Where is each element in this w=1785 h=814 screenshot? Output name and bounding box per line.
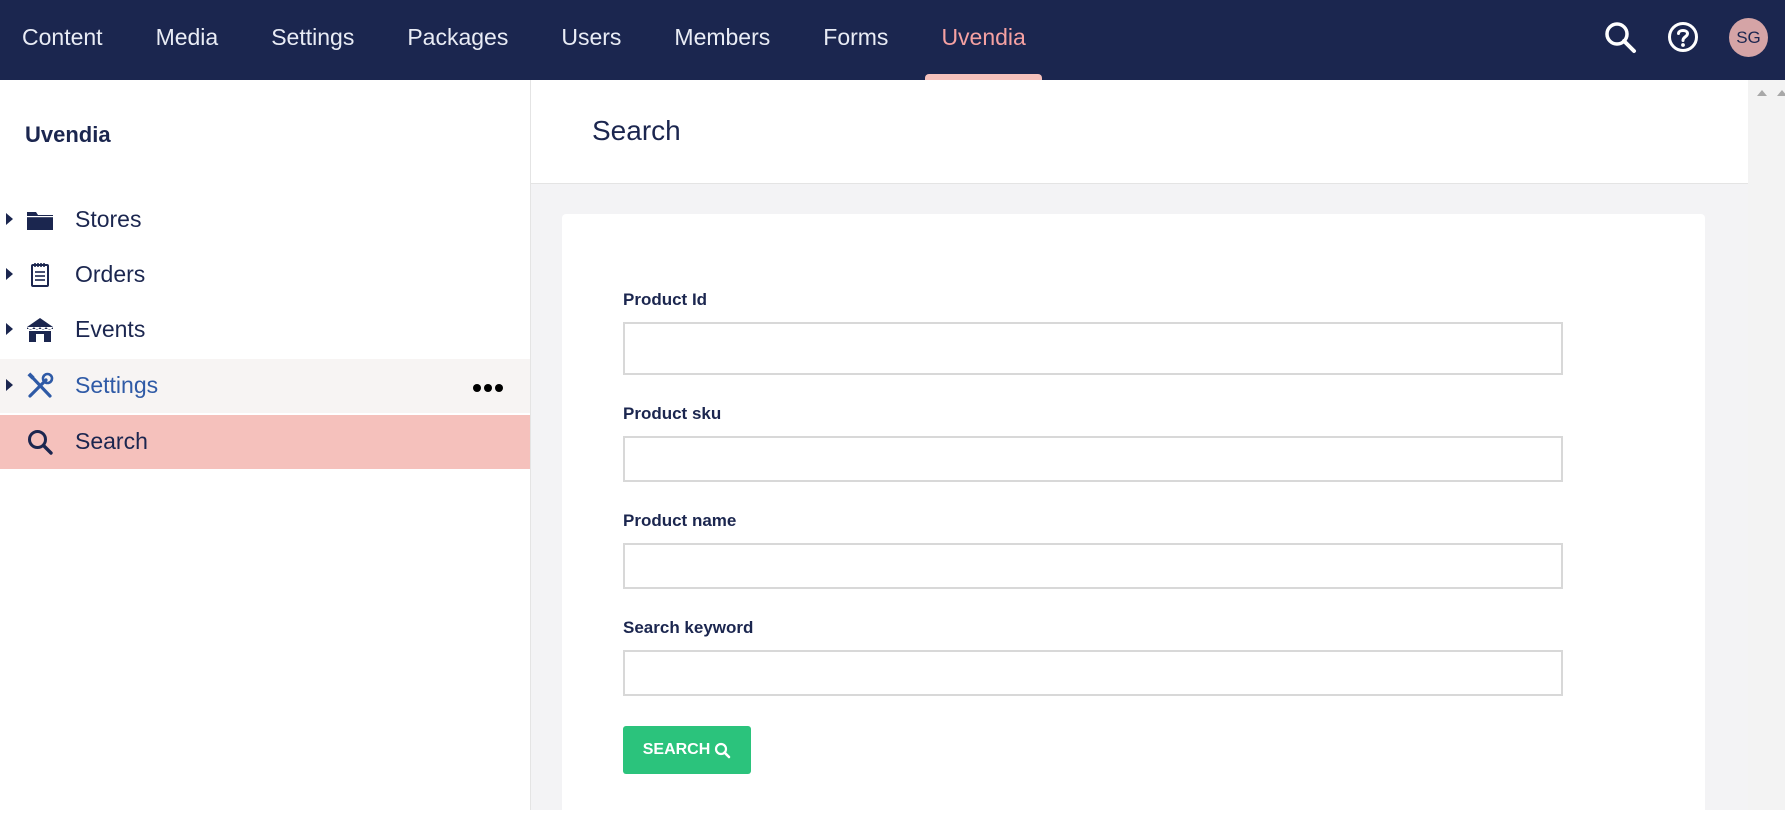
search-keyword-label: Search keyword (623, 618, 754, 637)
receipt-icon (26, 261, 54, 289)
nav-users[interactable]: Users (530, 0, 643, 80)
search-keyword-input[interactable] (623, 650, 1563, 696)
sidebar-item-label: Orders (75, 261, 146, 287)
product-name-input[interactable] (623, 543, 1563, 589)
search-icon (26, 428, 54, 456)
sidebar-item-search[interactable]: Search (0, 415, 530, 469)
search-form-panel: Product Id Product sku Product name Sear… (562, 214, 1705, 814)
product-id-input[interactable] (623, 322, 1563, 375)
page-title: Search (592, 115, 681, 146)
search-icon (714, 742, 731, 759)
more-options-icon[interactable] (473, 379, 509, 393)
nav-members[interactable]: Members (643, 0, 792, 80)
search-icon[interactable] (1601, 18, 1639, 56)
sidebar-item-label: Search (75, 428, 148, 454)
sidebar-item-settings[interactable]: Settings (0, 359, 530, 413)
main-content: Search Product Id Product sku Product na… (531, 80, 1748, 814)
expand-caret-icon[interactable] (6, 268, 13, 280)
top-navigation-bar: Content Media Settings Packages Users Me… (0, 0, 1785, 80)
sidebar-item-label: Stores (75, 206, 142, 232)
sidebar-item-stores[interactable]: Stores (0, 193, 530, 247)
sidebar-item-label: Events (75, 316, 146, 342)
user-avatar[interactable]: SG (1729, 18, 1768, 57)
folder-icon (26, 206, 54, 234)
product-sku-label: Product sku (623, 404, 722, 423)
scroll-up-arrow-icon[interactable] (1757, 90, 1767, 96)
help-icon[interactable] (1664, 18, 1702, 56)
expand-caret-icon[interactable] (6, 379, 13, 391)
nav-packages[interactable]: Packages (376, 0, 530, 80)
search-button[interactable]: SEARCH (623, 726, 751, 774)
expand-caret-icon[interactable] (6, 213, 13, 225)
tree-title: Uvendia (25, 122, 111, 147)
expand-caret-icon[interactable] (6, 323, 13, 335)
sidebar-item-label: Settings (75, 372, 159, 398)
search-button-label: SEARCH (642, 741, 711, 758)
product-sku-input[interactable] (623, 436, 1563, 482)
section-nav: Content Media Settings Packages Users Me… (0, 0, 1043, 80)
vertical-scrollbar[interactable] (1748, 80, 1785, 810)
product-id-label: Product Id (623, 290, 708, 309)
nav-forms[interactable]: Forms (792, 0, 910, 80)
nav-uvendia[interactable]: Uvendia (925, 0, 1043, 80)
scroll-up-arrow-icon-secondary[interactable] (1777, 90, 1785, 96)
sidebar-tree: Uvendia Stores Orders Events Settings Se… (0, 80, 531, 810)
nav-settings[interactable]: Settings (240, 0, 376, 80)
sidebar-item-events[interactable]: Events (0, 303, 530, 357)
store-icon (26, 316, 54, 344)
nav-content[interactable]: Content (0, 0, 125, 80)
product-name-label: Product name (623, 511, 737, 530)
nav-media[interactable]: Media (125, 0, 241, 80)
tools-icon (26, 372, 54, 400)
page-header: Search (531, 80, 1748, 184)
sidebar-item-orders[interactable]: Orders (0, 248, 530, 302)
